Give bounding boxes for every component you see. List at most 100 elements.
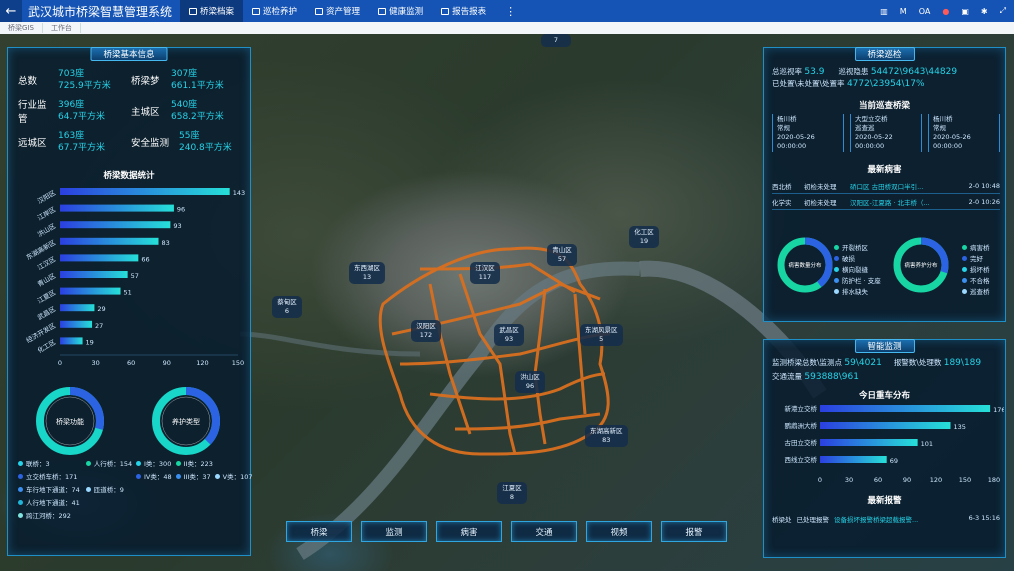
x-tick-label: 30 (845, 476, 853, 484)
latest-alarm-title: 最新报警 (867, 496, 902, 506)
bar (60, 237, 159, 245)
x-tick-label: 120 (196, 359, 208, 367)
district-marker[interactable]: 汉阳区 172 (411, 320, 441, 342)
function-legend: 联桥：3 人行桥：154 立交桥车桥：171 车行地下通道：74 匝道桥：9 人… (18, 458, 132, 520)
bar-category-label: 鹦鹉洲大桥 (785, 421, 818, 430)
stat-main-city: 主城区 540座 658.2平方米 (131, 100, 224, 122)
donut-bridge-function: 桥梁功能 (36, 387, 104, 455)
nav-inspection[interactable]: 巡检养护 (243, 0, 306, 22)
stats-grid: 总数 703座 725.9平方米 桥梁梦 307座 661.1平方米 行业监管 396座 6… (18, 68, 244, 154)
patrol-card[interactable]: 杨川桥 常规 2020-05-26 00:00:00 (928, 114, 1000, 152)
legend-item: 完好 (962, 253, 990, 263)
nav-reports[interactable]: 报告报表 (432, 0, 495, 22)
plus-icon (252, 7, 261, 15)
bar-category-label: 汉阳区 (36, 188, 58, 206)
donut-maintenance-type: 养护类型 (152, 387, 220, 455)
layer-button-alarm[interactable]: 报警 (661, 521, 727, 542)
district-marker[interactable]: 武昌区 93 (494, 324, 524, 346)
tab-bar: 桥梁GIS 工作台 (0, 22, 1014, 34)
x-tick-label: 0 (818, 476, 822, 484)
donut-label: 桥梁功能 (56, 417, 84, 426)
bar-value-label: 19 (86, 338, 94, 346)
disease-count-legend: 开裂桥区 破损 横向裂缝 防护栏 · 支座 排水缺失 (834, 242, 881, 296)
nav-health[interactable]: 健康监测 (369, 0, 432, 22)
panel-title: 桥梁巡检 (854, 47, 915, 61)
fullscreen-icon[interactable]: ⤢ (1000, 6, 1006, 16)
patrol-card[interactable]: 杨川桥 常规 2020-05-26 00:00:00 (772, 114, 844, 152)
district-marker[interactable]: 东湖风景区 5 (580, 324, 623, 346)
disease-row[interactable]: 西北桥 初检未处理 硚口区 古田桥双口半引... 2-0 10:48 (772, 178, 1000, 194)
patrol-hazards: 巡视隐患 54472\9643\44829 (838, 67, 958, 77)
x-tick-label: 180 (988, 476, 1000, 484)
bar-value-label: 135 (954, 423, 966, 431)
settings-icon[interactable]: ✱ (981, 7, 988, 16)
district-marker[interactable]: 东湖高新区 83 (585, 425, 628, 447)
bar-category-label: 青山区 (36, 271, 58, 289)
bar (820, 422, 951, 429)
back-icon[interactable]: ← (0, 0, 22, 22)
district-marker[interactable]: 化工区 19 (629, 226, 659, 248)
x-tick-label: 30 (91, 359, 99, 367)
bar-category-label: 化工区 (36, 337, 58, 355)
district-marker[interactable]: 东西湖区 13 (349, 262, 385, 284)
bar-category-label: 江岸区 (36, 205, 57, 222)
bar-category-label: 新港立交桥 (785, 404, 818, 413)
bar (820, 456, 887, 463)
bridge-stats-bar-chart: 汉阳区 143江岸区 96洪山区 93东湖高新区 83江汉区 66青山区 57江夏区 51武昌… (24, 188, 245, 367)
bar-category-label: 江汉区 (36, 255, 57, 272)
stats-icon[interactable]: ▥ (880, 7, 888, 16)
location-icon[interactable]: ● (942, 7, 949, 16)
district-marker[interactable]: 江汉区 117 (470, 262, 500, 284)
legend-item: I类：300 (136, 458, 172, 468)
nav-assets[interactable]: 资产管理 (306, 0, 369, 22)
bar-category-label: 洪山区 (36, 221, 58, 239)
mail-link[interactable]: M (900, 7, 907, 16)
bar (60, 304, 95, 312)
donut-disease-count: 病害数量分布 (777, 237, 833, 293)
district-marker[interactable]: 江夏区 8 (497, 482, 527, 504)
bar-value-label: 83 (161, 239, 169, 247)
more-menu-icon[interactable]: ⋮ (495, 5, 526, 18)
lock-icon[interactable]: ▣ (961, 7, 969, 16)
x-tick-label: 90 (163, 359, 171, 367)
district-marker[interactable]: 7 (541, 34, 571, 47)
x-tick-label: 60 (874, 476, 882, 484)
patrol-card[interactable]: 大型立交桥 巡查巡 2020-05-22 00:00:00 (850, 114, 922, 152)
tab-bridge-gis[interactable]: 桥梁GIS (0, 23, 43, 33)
bridge-patrol-panel: 桥梁巡检 总巡视率 53.9 巡视隐患 54472\9643\44829 已处置… (763, 47, 1006, 322)
app-title: 武汉城市桥梁智慧管理系统 (28, 4, 173, 19)
chart-icon (315, 7, 324, 15)
patrol-stats: 总巡视率 53.9 巡视隐患 54472\9643\44829 已处置\未处置\… (772, 66, 1002, 90)
legend-item: 开裂桥区 (834, 242, 881, 252)
bar (60, 271, 128, 278)
bar (60, 204, 174, 212)
bar-value-label: 143 (233, 189, 245, 197)
alarm-row[interactable]: 桥梁处 已处理报警 设备损坏报警桥梁超载报警... 6-3 15:16 (772, 514, 1000, 524)
disease-row[interactable]: 化学实 初检未处理 汉阳区-江夏路 · 北丰桥（... 2-0 10:26 (772, 194, 1000, 210)
tab-workbench[interactable]: 工作台 (43, 23, 81, 33)
bar-value-label: 176 (993, 406, 1004, 414)
x-tick-label: 150 (959, 476, 971, 484)
x-tick-label: 120 (930, 476, 942, 484)
layer-button-monitor[interactable]: 监测 (361, 521, 427, 542)
stat-industry: 行业监管 396座 64.7平方米 (18, 100, 106, 125)
layer-button-bridge[interactable]: 桥梁 (286, 521, 352, 542)
bar-value-label: 96 (177, 206, 185, 214)
district-marker[interactable]: 洪山区 96 (515, 371, 545, 393)
panel-title: 智能监测 (854, 339, 915, 353)
district-marker[interactable]: 青山区 57 (547, 244, 577, 266)
chart-title: 桥梁数据统计 (103, 171, 155, 181)
layer-button-traffic[interactable]: 交通 (511, 521, 577, 542)
district-marker[interactable]: 蔡甸区 6 (272, 296, 302, 318)
layer-button-disease[interactable]: 病害 (436, 521, 502, 542)
panel-title: 桥梁基本信息 (90, 47, 168, 61)
truck-distribution-chart: 新港立交桥 176 鹦鹉洲大桥 135 古田立交桥 101 西线立交桥 69 0 30 60 90 12… (785, 404, 1005, 484)
nav-bridge-archive[interactable]: 桥梁档案 (180, 0, 244, 22)
layer-button-video[interactable]: 视频 (586, 521, 652, 542)
bar-value-label: 69 (890, 457, 898, 465)
patrol-rate: 总巡视率 53.9 (772, 67, 825, 77)
legend-item: 不合格 (962, 275, 990, 285)
oa-link[interactable]: OA (919, 7, 931, 16)
bar (60, 320, 93, 328)
disease-maintenance-legend: 病害桥 完好 损坏桥 不合格 巡查桥 (962, 242, 990, 296)
